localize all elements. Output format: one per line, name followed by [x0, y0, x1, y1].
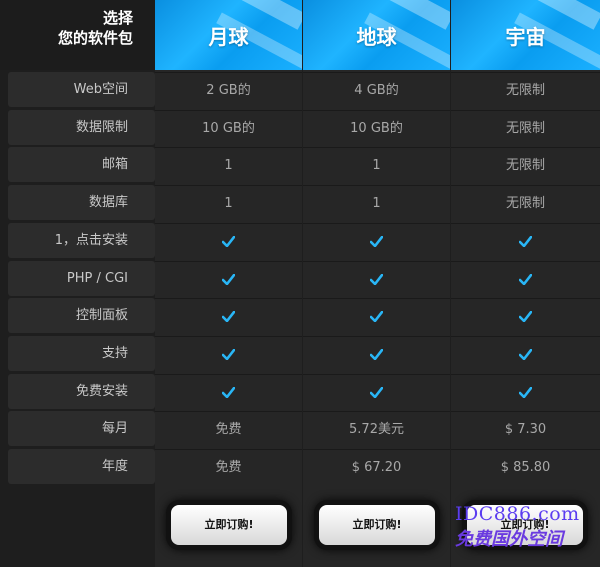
plan-name: 宇宙 — [505, 24, 546, 49]
feature-label: 1，点击安装 — [8, 222, 155, 258]
check-icon — [155, 222, 302, 258]
feature-label: 数据库 — [8, 185, 155, 221]
feature-value: 1 — [303, 185, 450, 221]
feature-row: 1，点击安装 — [0, 222, 600, 259]
watermark-line-2: 免费国外空间 — [455, 529, 563, 550]
feature-value: 无限制 — [451, 109, 600, 145]
feature-row: 年度 免费 $ 67.20 $ 85.80 — [0, 448, 600, 485]
feature-value: 无限制 — [451, 147, 600, 183]
feature-value: 1 — [155, 147, 302, 183]
feature-row: Web空间 2 GB的 4 GB的 无限制 — [0, 71, 600, 108]
feature-value: 免费 — [155, 449, 302, 484]
check-icon — [451, 260, 600, 296]
feature-label: Web空间 — [8, 72, 155, 107]
feature-value: $ 67.20 — [303, 449, 450, 484]
check-icon — [303, 335, 450, 371]
feature-value: 10 GB的 — [155, 109, 302, 145]
feature-label: 每月 — [8, 411, 155, 447]
plan-header-moon: 月球 — [155, 0, 302, 70]
check-icon — [303, 222, 450, 258]
feature-row: 数据库 1 1 无限制 — [0, 184, 600, 221]
pricing-table: 选择 您的软件包 月球 地球 宇宙 Web空间 2 GB的 4 GB的 无限制 数据限制… — [0, 0, 600, 567]
feature-label: 数据限制 — [8, 109, 155, 145]
feature-label: 年度 — [8, 449, 155, 484]
feature-value: 10 GB的 — [303, 109, 450, 145]
feature-row: 邮箱 1 1 无限制 — [0, 146, 600, 183]
feature-row: PHP / CGI — [0, 260, 600, 297]
feature-row: 控制面板 — [0, 297, 600, 334]
check-icon — [451, 222, 600, 258]
watermark-line-1: IDC886.com — [455, 503, 580, 525]
feature-row: 每月 免费 5.72美元 $ 7.30 — [0, 410, 600, 447]
check-icon — [155, 298, 302, 334]
choose-line-1: 选择 — [102, 9, 133, 27]
feature-value: 1 — [155, 185, 302, 221]
feature-value: 无限制 — [451, 185, 600, 221]
feature-label: 支持 — [8, 335, 155, 371]
feature-value: $ 85.80 — [451, 449, 600, 484]
feature-row: 免费安装 — [0, 373, 600, 410]
feature-label: 邮箱 — [8, 147, 155, 183]
feature-value: $ 7.30 — [451, 411, 600, 447]
feature-value: 5.72美元 — [303, 411, 450, 447]
feature-row: 数据限制 10 GB的 10 GB的 无限制 — [0, 109, 600, 146]
check-icon — [303, 260, 450, 296]
plan-name: 地球 — [356, 24, 397, 49]
check-icon — [451, 298, 600, 334]
check-icon — [303, 373, 450, 409]
check-icon — [451, 373, 600, 409]
check-icon — [303, 298, 450, 334]
order-now-button-earth[interactable]: 立即订购! — [319, 505, 435, 545]
feature-label: 控制面板 — [8, 298, 155, 334]
check-icon — [155, 335, 302, 371]
check-icon — [155, 373, 302, 409]
check-icon — [155, 260, 302, 296]
feature-value: 4 GB的 — [303, 72, 450, 107]
plan-name: 月球 — [208, 24, 249, 49]
check-icon — [451, 335, 600, 371]
choose-line-2: 您的软件包 — [57, 29, 133, 47]
feature-value: 无限制 — [451, 72, 600, 107]
watermark: IDC886.com 免费国外空间 — [455, 503, 600, 551]
plan-header-earth: 地球 — [303, 0, 450, 70]
choose-package-header: 选择 您的软件包 — [0, 0, 155, 70]
plan-header-universe: 宇宙 — [451, 0, 600, 70]
feature-row: 支持 — [0, 335, 600, 372]
feature-value: 免费 — [155, 411, 302, 447]
feature-label: PHP / CGI — [8, 260, 155, 296]
feature-label: 免费安装 — [8, 373, 155, 409]
order-now-button-moon[interactable]: 立即订购! — [171, 505, 287, 545]
feature-value: 1 — [303, 147, 450, 183]
feature-value: 2 GB的 — [155, 72, 302, 107]
